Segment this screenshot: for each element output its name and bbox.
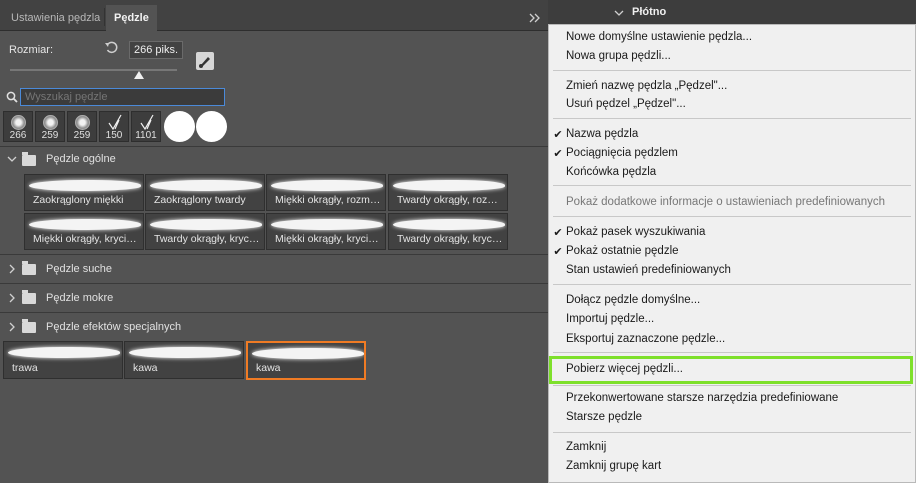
chevron-right-icon[interactable] bbox=[7, 264, 17, 274]
recent-brush-round[interactable] bbox=[164, 111, 195, 142]
menu-separator bbox=[553, 185, 911, 186]
menu-separator bbox=[553, 432, 911, 433]
folder-icon bbox=[22, 290, 36, 304]
menu-item-export[interactable]: Eksportuj zaznaczone pędzle... bbox=[566, 330, 906, 348]
search-icon bbox=[6, 91, 18, 103]
menu-separator bbox=[553, 385, 911, 386]
group-label: Pędzle efektów specjalnych bbox=[46, 321, 182, 333]
menu-item-show-more-info: Pokaż dodatkowe informacje o ustawieniac… bbox=[566, 196, 885, 208]
dock-title: Płótno bbox=[632, 6, 667, 18]
group-label: Pędzle suche bbox=[46, 263, 113, 275]
menu-item-brush-name[interactable]: Nazwa pędzla bbox=[566, 125, 906, 143]
chevron-right-icon[interactable] bbox=[7, 322, 17, 332]
menu-item-delete[interactable]: Usuń pędzel „Pędzel"... bbox=[566, 95, 906, 113]
recent-brush[interactable]: 150 bbox=[99, 111, 129, 142]
menu-item-show-recent[interactable]: Pokaż ostatnie pędzle bbox=[566, 242, 906, 260]
menu-item-brush-strokes[interactable]: Pociągnięcia pędzlem bbox=[566, 144, 906, 162]
menu-item-new-group[interactable]: Nowa grupa pędzli... bbox=[566, 47, 906, 65]
menu-separator bbox=[553, 352, 911, 353]
size-input[interactable]: 266 piks. bbox=[129, 41, 183, 59]
folder-icon bbox=[22, 152, 36, 166]
brush-preset[interactable]: Zaokrąglony miękki bbox=[24, 174, 144, 211]
menu-item-show-search[interactable]: Pokaż pasek wyszukiwania bbox=[566, 223, 906, 241]
menu-item-append-default[interactable]: Dołącz pędzle domyślne... bbox=[566, 291, 906, 309]
check-icon: ✔ bbox=[553, 246, 563, 258]
menu-item-get-more[interactable]: Pobierz więcej pędzli... bbox=[566, 360, 906, 378]
menu-item-rename[interactable]: Zmień nazwę pędzla „Pędzel"... bbox=[566, 77, 906, 95]
check-icon: ✔ bbox=[553, 148, 563, 160]
brush-preset[interactable]: Twardy okrągły, krycie... bbox=[145, 213, 265, 250]
menu-item-converted-legacy[interactable]: Przekonwertowane starsze narzędzia prede… bbox=[566, 389, 906, 407]
brush-preset[interactable]: kawa bbox=[124, 341, 244, 379]
size-slider-track[interactable] bbox=[10, 69, 177, 71]
brush-tool-icon[interactable] bbox=[196, 52, 214, 70]
recent-brush[interactable]: 259 bbox=[67, 111, 97, 142]
chevron-down-icon[interactable] bbox=[614, 8, 624, 18]
folder-icon bbox=[22, 261, 36, 275]
menu-separator bbox=[553, 216, 911, 217]
size-slider-thumb[interactable] bbox=[134, 71, 144, 79]
menu-item-brush-tip[interactable]: Końcówka pędzla bbox=[566, 163, 906, 181]
size-label: Rozmiar: bbox=[9, 44, 54, 56]
menu-item-legacy[interactable]: Starsze pędzle bbox=[566, 408, 906, 426]
menu-item-preset-state[interactable]: Stan ustawień predefiniowanych bbox=[566, 261, 906, 279]
recent-brush[interactable]: 266 bbox=[3, 111, 33, 142]
brush-preset[interactable]: Miękki okrągły, rozmia... bbox=[266, 174, 386, 211]
folder-icon bbox=[22, 319, 36, 333]
menu-item-close[interactable]: Zamknij bbox=[566, 438, 906, 456]
menu-separator bbox=[553, 118, 911, 119]
brush-preset[interactable]: Zaokrąglony twardy bbox=[145, 174, 265, 211]
brush-preset-selected[interactable]: kawa bbox=[246, 341, 366, 380]
menu-separator bbox=[553, 284, 911, 285]
chevron-down-icon[interactable] bbox=[7, 154, 17, 164]
recent-brush[interactable]: 259 bbox=[35, 111, 65, 142]
brush-preset[interactable]: Twardy okrągły, rozmi... bbox=[388, 174, 508, 211]
tab-brushes[interactable]: Pędzle bbox=[106, 5, 157, 31]
chevron-right-icon[interactable] bbox=[7, 293, 17, 303]
tab-divider bbox=[104, 8, 105, 26]
menu-item-new-preset[interactable]: Nowe domyślne ustawienie pędzla... bbox=[566, 28, 906, 46]
brush-preset[interactable]: Miękki okrągły, krycie... bbox=[24, 213, 144, 250]
group-label: Pędzle ogólne bbox=[46, 153, 116, 165]
recent-brush[interactable]: 1101 bbox=[131, 111, 161, 142]
recent-brush-round[interactable] bbox=[196, 111, 227, 142]
group-label: Pędzle mokre bbox=[46, 292, 114, 304]
check-icon: ✔ bbox=[553, 129, 563, 141]
reset-icon[interactable] bbox=[104, 40, 120, 56]
menu-separator bbox=[553, 70, 911, 71]
brush-preset[interactable]: Twardy okrągły, krycie... bbox=[388, 213, 508, 250]
brush-preset[interactable]: Miękki okrągły, krycie... bbox=[266, 213, 386, 250]
collapse-panels-icon[interactable] bbox=[528, 12, 542, 24]
check-icon: ✔ bbox=[553, 227, 563, 239]
menu-item-close-group[interactable]: Zamknij grupę kart bbox=[566, 457, 906, 475]
brush-preset[interactable]: trawa bbox=[3, 341, 123, 379]
menu-item-import[interactable]: Importuj pędzle... bbox=[566, 310, 906, 328]
tab-brush-settings[interactable]: Ustawienia pędzla bbox=[3, 5, 108, 31]
search-input[interactable] bbox=[20, 88, 225, 106]
